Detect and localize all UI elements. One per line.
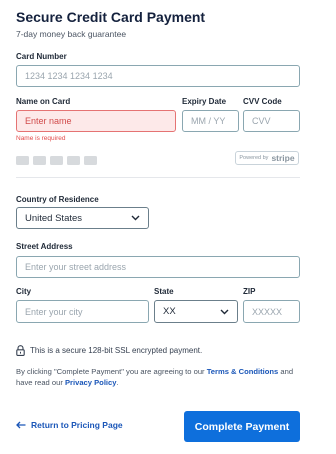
powered-by-stripe-badge: Powered by stripe bbox=[235, 151, 299, 165]
return-to-pricing-link[interactable]: Return to Pricing Page bbox=[16, 420, 123, 430]
city-label: City bbox=[16, 287, 32, 296]
discover-icon bbox=[67, 156, 80, 165]
country-label: Country of Residence bbox=[16, 195, 99, 204]
name-error-message: Name is required bbox=[16, 135, 66, 142]
name-on-card-placeholder: Enter name bbox=[25, 116, 72, 126]
stripe-badge-prefix: Powered by bbox=[239, 155, 269, 161]
expiry-date-label: Expiry Date bbox=[182, 97, 227, 106]
complete-payment-label: Complete Payment bbox=[194, 420, 290, 433]
stripe-logo: stripe bbox=[271, 153, 295, 163]
card-icon bbox=[84, 156, 97, 165]
page-title: Secure Credit Card Payment bbox=[16, 9, 206, 25]
state-selected-value: XX bbox=[163, 306, 176, 317]
agreement-text-after: . bbox=[116, 378, 119, 387]
payment-form: Secure Credit Card Payment 7-day money b… bbox=[0, 0, 336, 454]
agreement-text-before: By clicking "Complete Payment" you are a… bbox=[16, 367, 207, 376]
state-select[interactable]: XX bbox=[154, 300, 238, 323]
country-selected-value: United States bbox=[25, 212, 83, 224]
section-divider bbox=[16, 177, 300, 178]
name-on-card-label: Name on Card bbox=[16, 97, 71, 106]
street-address-placeholder: Enter your street address bbox=[25, 262, 127, 272]
cvv-placeholder: CVV bbox=[252, 116, 271, 126]
zip-label: ZIP bbox=[243, 287, 256, 296]
street-address-label: Street Address bbox=[16, 242, 73, 251]
zip-input[interactable]: XXXXX bbox=[243, 300, 300, 323]
security-note: This is a secure 128-bit SSL encrypted p… bbox=[16, 345, 202, 356]
security-note-text: This is a secure 128-bit SSL encrypted p… bbox=[30, 346, 203, 355]
amex-icon bbox=[50, 156, 63, 165]
cvv-label: CVV Code bbox=[243, 97, 282, 106]
return-to-pricing-label: Return to Pricing Page bbox=[31, 420, 123, 430]
mastercard-icon bbox=[33, 156, 46, 165]
complete-payment-button[interactable]: Complete Payment bbox=[184, 411, 300, 442]
arrow-left-icon bbox=[16, 421, 26, 429]
privacy-policy-link[interactable]: Privacy Policy bbox=[65, 378, 117, 387]
zip-placeholder: XXXXX bbox=[252, 306, 283, 317]
card-number-input[interactable]: 1234 1234 1234 1234 bbox=[16, 65, 300, 87]
state-label: State bbox=[154, 287, 174, 296]
card-number-label: Card Number bbox=[16, 52, 67, 61]
chevron-down-icon bbox=[131, 215, 140, 221]
agreement-text: By clicking "Complete Payment" you are a… bbox=[16, 366, 306, 388]
chevron-down-icon bbox=[220, 309, 229, 314]
visa-icon bbox=[16, 156, 29, 165]
page-subtitle: 7-day money back guarantee bbox=[16, 29, 127, 39]
expiry-date-placeholder: MM / YY bbox=[191, 116, 226, 126]
country-select[interactable]: United States bbox=[16, 207, 149, 229]
city-placeholder: Enter your city bbox=[25, 306, 83, 317]
expiry-date-input[interactable]: MM / YY bbox=[182, 110, 239, 132]
name-on-card-input[interactable]: Enter name bbox=[16, 110, 176, 132]
card-brand-icons bbox=[16, 156, 97, 165]
lock-icon bbox=[16, 345, 25, 356]
terms-link[interactable]: Terms & Conditions bbox=[207, 367, 279, 376]
street-address-input[interactable]: Enter your street address bbox=[16, 256, 300, 278]
card-number-placeholder: 1234 1234 1234 1234 bbox=[25, 71, 113, 81]
cvv-input[interactable]: CVV bbox=[243, 110, 300, 132]
city-input[interactable]: Enter your city bbox=[16, 300, 149, 323]
